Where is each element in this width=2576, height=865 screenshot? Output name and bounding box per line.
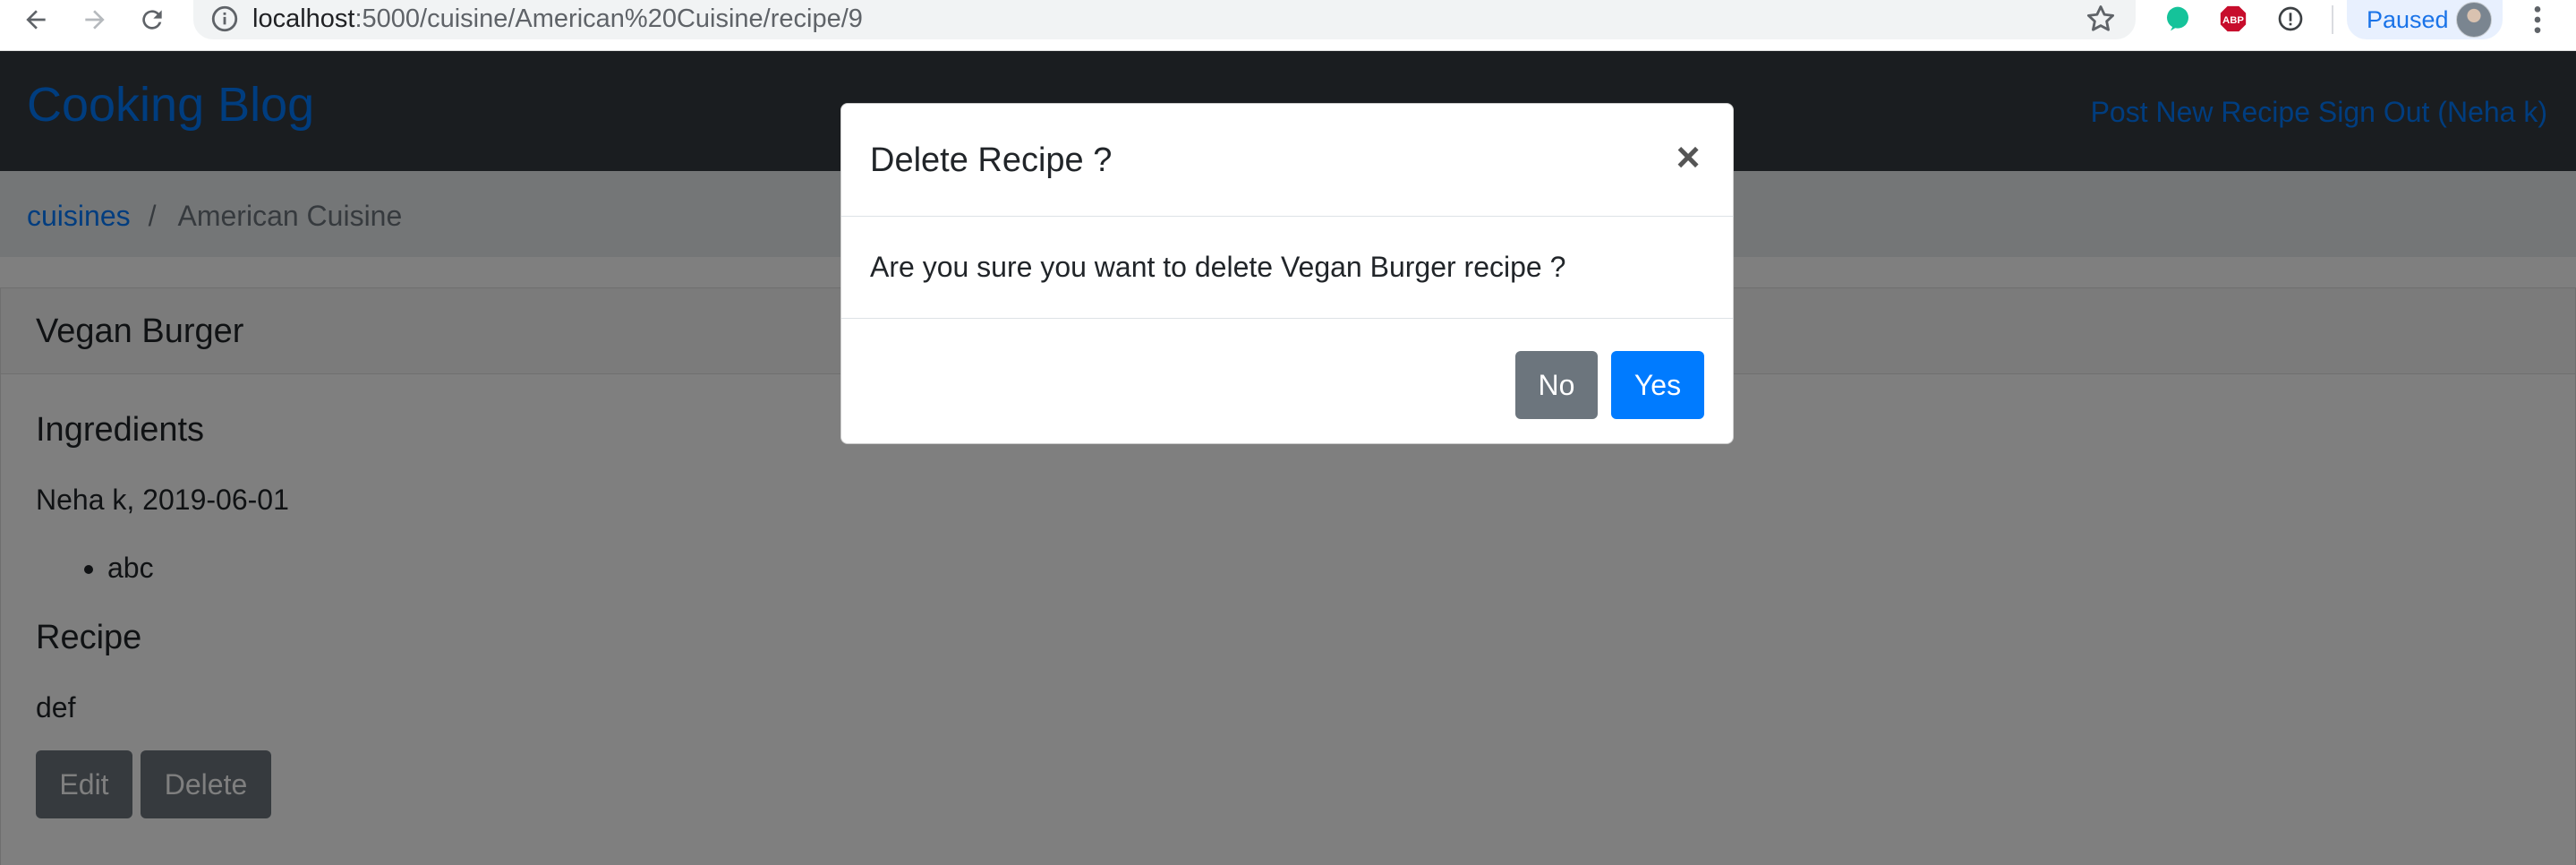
profile-button[interactable]: Paused: [2347, 0, 2503, 39]
modal-title: Delete Recipe ?: [870, 141, 1113, 179]
svg-text:ABP: ABP: [2222, 15, 2244, 26]
yes-button[interactable]: Yes: [1611, 351, 1704, 419]
address-bar[interactable]: localhost:5000/cuisine/American%20Cuisin…: [193, 0, 2136, 39]
info-circle-icon[interactable]: [2273, 2, 2307, 36]
bookmark-star-icon[interactable]: [2084, 2, 2118, 36]
avatar: [2456, 2, 2492, 38]
close-icon[interactable]: ×: [1670, 136, 1706, 177]
reload-icon[interactable]: [134, 2, 170, 38]
adblock-icon[interactable]: ABP: [2216, 2, 2250, 36]
modal-header: Delete Recipe ? ×: [841, 104, 1733, 217]
site-info-icon[interactable]: [209, 4, 240, 34]
toolbar-divider: [2332, 5, 2333, 34]
grammarly-icon[interactable]: [2161, 2, 2195, 36]
back-arrow-icon[interactable]: [18, 2, 54, 38]
no-button[interactable]: No: [1515, 351, 1598, 419]
browser-toolbar: localhost:5000/cuisine/American%20Cuisin…: [0, 0, 2576, 51]
url-text[interactable]: localhost:5000/cuisine/American%20Cuisin…: [252, 4, 863, 34]
modal-body: Are you sure you want to delete Vegan Bu…: [841, 217, 1733, 319]
profile-status: Paused: [2367, 6, 2449, 33]
modal-footer: No Yes: [841, 319, 1733, 443]
kebab-menu-icon[interactable]: [2524, 2, 2551, 38]
delete-confirm-modal: Delete Recipe ? × Are you sure you want …: [840, 103, 1734, 444]
forward-arrow-icon[interactable]: [77, 2, 113, 38]
modal-message: Are you sure you want to delete Vegan Bu…: [870, 251, 1566, 283]
